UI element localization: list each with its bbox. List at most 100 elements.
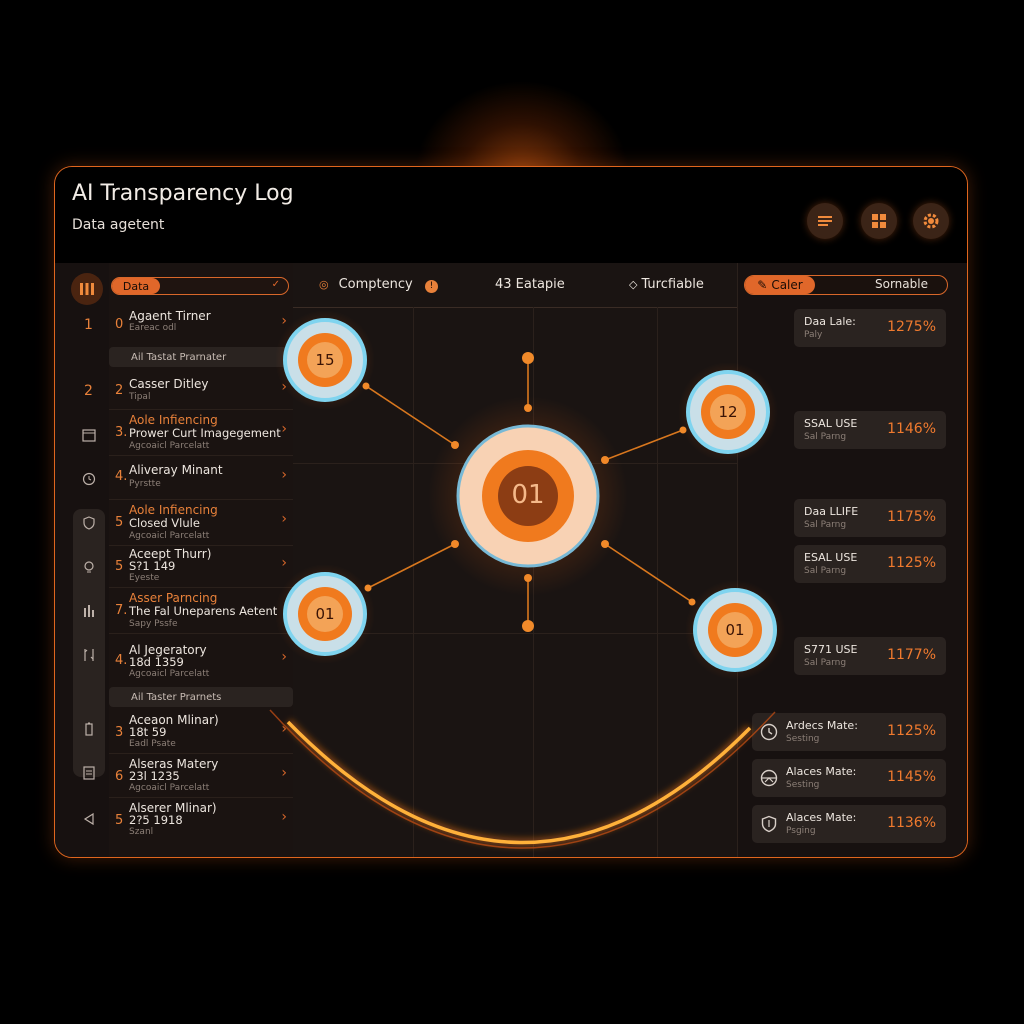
list-item[interactable]: 4. Aliveray Minant Pyrstte › xyxy=(109,455,293,500)
menu-button[interactable] xyxy=(807,203,843,239)
grid-line xyxy=(293,633,737,634)
item-number: 2 xyxy=(115,383,124,398)
item-title: Aole Infiencing xyxy=(129,503,218,517)
gear-icon xyxy=(923,213,939,229)
item-subtitle: Agcoaicl Parcelatt xyxy=(129,531,210,541)
item-subtitle: Eyeste xyxy=(129,573,160,583)
stat-card[interactable]: Daa LLIFE Sal Parng 1175% xyxy=(794,499,946,537)
stat-card[interactable]: Alaces Mate: Psging 1136% xyxy=(752,805,946,843)
stat-card[interactable]: Daa Lale: Paly 1275% xyxy=(794,309,946,347)
list-item[interactable]: 7. Asser Parncing The Fal Uneparens Aete… xyxy=(109,587,293,634)
list-filter[interactable]: Data ✓ xyxy=(111,277,289,295)
chevron-right-icon: › xyxy=(281,649,287,665)
stat-value: 1145% xyxy=(887,769,936,785)
tab-comptency[interactable]: ◎ Comptency ! xyxy=(319,277,438,293)
diamond-icon: ◇ xyxy=(629,278,638,291)
chevron-right-icon: › xyxy=(281,511,287,527)
settings-button[interactable] xyxy=(913,203,949,239)
document-icon[interactable] xyxy=(81,765,97,781)
info-icon: ◎ xyxy=(319,278,329,291)
clock-icon[interactable] xyxy=(81,471,97,487)
list-item[interactable]: 3 Aceaon Mlinar) 18t 59 Eadl Psate › xyxy=(109,709,293,754)
page-subtitle: Data agetent xyxy=(72,217,165,233)
metrics-panel: ✎ Caler Sornable Daa Lale: Paly 1275% SSA… xyxy=(737,263,967,857)
item-number: 6 xyxy=(115,769,124,784)
tab-turcfiable[interactable]: ◇ Turcfiable xyxy=(629,277,704,292)
tab-eatapie[interactable]: 43 Eatapie xyxy=(495,277,565,292)
item-number: 5 xyxy=(115,813,124,828)
grid-line xyxy=(533,307,534,857)
grid-line xyxy=(657,307,658,857)
stat-label: Ardecs Mate: xyxy=(786,719,858,732)
view-toggle[interactable]: ✎ Caler Sornable xyxy=(744,275,948,295)
stat-label: Daa LLIFE xyxy=(804,505,859,518)
stat-card[interactable]: S771 USE Sal Parng 1177% xyxy=(794,637,946,675)
node-label-12[interactable]: 12 xyxy=(708,403,748,421)
item-title-secondary: Closed Vlule xyxy=(129,516,200,530)
stat-label: Daa Lale: xyxy=(804,315,856,328)
list-item[interactable]: 5 Aole Infiencing Closed Vlule Agcoaicl … xyxy=(109,499,293,546)
stat-card[interactable]: Ardecs Mate: Sesting 1125% xyxy=(752,713,946,751)
tools-icon[interactable] xyxy=(81,647,97,663)
item-subtitle: Tipal xyxy=(129,392,151,402)
item-subtitle: Eareac odl xyxy=(129,323,177,333)
chevron-right-icon: › xyxy=(281,421,287,437)
shield-icon[interactable] xyxy=(81,515,97,531)
item-title: Aole Infiencing xyxy=(129,413,218,427)
list-item[interactable]: 2 Casser Ditley Tipal › xyxy=(109,371,293,410)
grid-button[interactable] xyxy=(861,203,897,239)
item-title-secondary: Prower Curt Imagegement xyxy=(129,426,281,440)
stat-sub: Sesting xyxy=(786,734,820,744)
list-item[interactable]: 3. Aole Infiencing Prower Curt Imagegeme… xyxy=(109,409,293,456)
app-window: AI Transparency Log Data agetent 1 2 Dat… xyxy=(54,166,968,858)
rail-menu-button[interactable] xyxy=(71,273,103,305)
chevron-right-icon: › xyxy=(281,467,287,483)
bulb-icon[interactable] xyxy=(81,559,97,575)
list-item[interactable]: 5 Aceept Thurr) S?1 149 Eyeste › xyxy=(109,545,293,588)
chevron-right-icon: › xyxy=(281,809,287,825)
stat-card[interactable]: ESAL USE Sal Parng 1125% xyxy=(794,545,946,583)
page-title: AI Transparency Log xyxy=(72,181,294,206)
chevron-right-icon: › xyxy=(281,721,287,737)
stat-value: 1275% xyxy=(887,319,936,335)
bars-menu-icon xyxy=(80,283,94,295)
stat-card[interactable]: Alaces Mate: Sesting 1145% xyxy=(752,759,946,797)
stat-sub: Sal Parng xyxy=(804,432,847,442)
stat-value: 1136% xyxy=(887,815,936,831)
node-label-01-left[interactable]: 01 xyxy=(305,605,345,623)
bars-icon[interactable] xyxy=(81,603,97,619)
tab-label: Turcfiable xyxy=(641,277,704,292)
section-header: Ail Taster Prarnets xyxy=(109,687,293,707)
stat-value: 1125% xyxy=(887,723,936,739)
battery-icon[interactable] xyxy=(81,721,97,737)
list-item[interactable]: 5 Alserer Mlinar) 2?5 1918 Szanl › xyxy=(109,797,293,841)
stat-label: Alaces Mate: xyxy=(786,811,857,824)
chevron-right-icon: › xyxy=(281,765,287,781)
list-filter-label: Data xyxy=(112,278,160,294)
play-back-icon[interactable] xyxy=(81,811,97,827)
item-title: Casser Ditley xyxy=(129,377,209,391)
node-label-01-right[interactable]: 01 xyxy=(715,621,755,639)
menu-icon xyxy=(818,216,832,226)
pencil-icon: ✎ xyxy=(757,278,768,292)
hub-label[interactable]: 01 xyxy=(478,480,578,510)
list-item[interactable]: 6 Alseras Matery 23l 1235 Agcoaicl Parce… xyxy=(109,753,293,798)
item-number: 4. xyxy=(115,469,128,484)
toggle-label: Caler xyxy=(771,278,803,292)
alert-badge: ! xyxy=(424,280,438,293)
stat-value: 1177% xyxy=(887,647,936,663)
clock-icon xyxy=(760,723,778,741)
list-item[interactable]: 0 Agaent Tirner Eareac odl › xyxy=(109,303,293,347)
item-number: 5 xyxy=(115,515,124,530)
list-item[interactable]: 4. Al Jegeratory 18d 1359 Agcoaicl Parce… xyxy=(109,633,293,683)
toggle-option-active[interactable]: ✎ Caler xyxy=(745,276,815,294)
grid-line xyxy=(293,463,737,464)
item-subtitle: Szanl xyxy=(129,827,154,837)
toggle-option-inactive[interactable]: Sornable xyxy=(875,277,928,291)
item-number: 4. xyxy=(115,653,128,668)
rail-number-2: 2 xyxy=(84,383,93,399)
node-label-15[interactable]: 15 xyxy=(305,351,345,369)
calendar-icon[interactable] xyxy=(81,427,97,443)
stat-card[interactable]: SSAL USE Sal Parng 1146% xyxy=(794,411,946,449)
section-header: Ail Tastat Prarnater xyxy=(109,347,293,367)
